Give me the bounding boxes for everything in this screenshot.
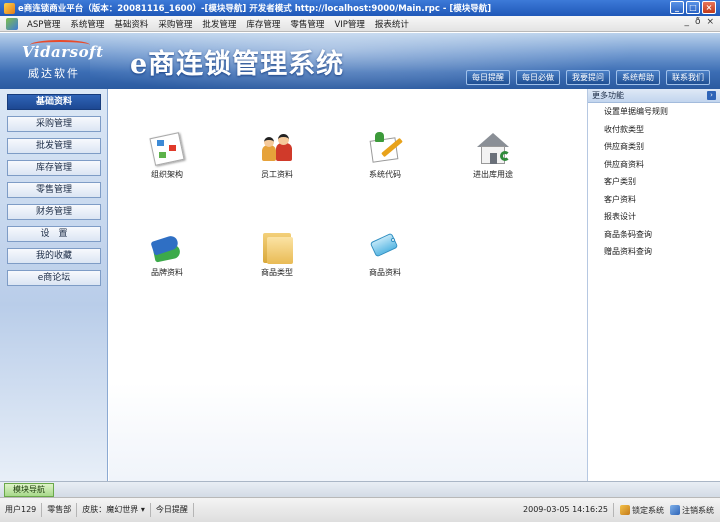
maximize-button[interactable]: □ xyxy=(686,1,700,14)
menu-inventory[interactable]: 库存管理 xyxy=(241,18,285,30)
system-code-icon xyxy=(366,131,404,167)
sidebar-item-purchase[interactable]: 采购管理 xyxy=(7,116,101,132)
warehouse-icon xyxy=(474,131,512,167)
module-system-code[interactable]: 系统代码 xyxy=(345,131,425,180)
menu-basic-data[interactable]: 基础资料 xyxy=(109,18,153,30)
header-banner: Vidarsoft 威达软件 e商连锁管理系统 每日提醒 每日必做 我要提问 系… xyxy=(0,33,720,89)
module-label: 组织架构 xyxy=(151,170,183,179)
window-controls: _ □ × xyxy=(670,1,716,14)
product-tag-icon xyxy=(366,229,404,265)
sidebar-item-inventory[interactable]: 库存管理 xyxy=(7,160,101,176)
lock-system-label: 锁定系统 xyxy=(632,505,664,515)
menu-vip[interactable]: VIP管理 xyxy=(329,18,369,30)
link-payment-types[interactable]: 收付款类型 xyxy=(588,121,720,139)
lock-icon xyxy=(620,505,630,515)
module-label: 品牌资料 xyxy=(151,268,183,277)
daily-todo-button[interactable]: 每日必做 xyxy=(516,70,560,85)
status-bar: 用户129 零售部 皮肤：魔幻世界 ▾ 今日提醒 2009-03-05 14:1… xyxy=(0,497,720,522)
sidebar-item-basic-data[interactable]: 基础资料 xyxy=(7,94,101,110)
quicklinks: 每日提醒 每日必做 我要提问 系统帮助 联系我们 xyxy=(466,70,710,85)
lock-system-button[interactable]: 锁定系统 xyxy=(620,505,664,516)
brand-tag-icon xyxy=(148,229,186,265)
menu-purchase[interactable]: 采购管理 xyxy=(153,18,197,30)
status-datetime: 2009-03-05 14:16:25 xyxy=(518,503,614,517)
mdi-controls: _ ð × xyxy=(684,17,714,27)
menubar: ASP管理 系统管理 基础资料 采购管理 批发管理 库存管理 零售管理 VIP管… xyxy=(0,16,720,32)
mdi-close-button[interactable]: × xyxy=(706,17,714,27)
link-gift-query[interactable]: 赠品资料查询 xyxy=(588,243,720,261)
left-sidebar: 基础资料 采购管理 批发管理 库存管理 零售管理 财务管理 设 置 我的收藏 e… xyxy=(0,89,108,481)
system-title: e商连锁管理系统 xyxy=(130,49,345,80)
document-tabstrip: 模块导航 xyxy=(0,481,720,497)
contact-us-button[interactable]: 联系我们 xyxy=(666,70,710,85)
menu-app-icon[interactable] xyxy=(6,17,18,30)
sidebar-item-favorites[interactable]: 我的收藏 xyxy=(7,248,101,264)
daily-reminder-button[interactable]: 每日提醒 xyxy=(466,70,510,85)
logout-label: 注销系统 xyxy=(682,505,714,515)
folder-icon xyxy=(258,229,296,265)
link-customer-data[interactable]: 客户资料 xyxy=(588,191,720,209)
system-help-button[interactable]: 系统帮助 xyxy=(616,70,660,85)
menu-system[interactable]: 系统管理 xyxy=(65,18,109,30)
skin-selector[interactable]: 皮肤：魔幻世界 ▾ xyxy=(77,503,151,517)
status-user: 用户129 xyxy=(0,503,43,517)
chevron-right-icon[interactable]: › xyxy=(707,91,716,100)
menu-asp[interactable]: ASP管理 xyxy=(22,18,65,30)
logo-text-en: Vidarsoft xyxy=(22,43,104,61)
mdi-restore-button[interactable]: ð xyxy=(695,17,701,27)
staff-icon xyxy=(258,131,296,167)
sidebar-item-wholesale[interactable]: 批发管理 xyxy=(7,138,101,154)
logout-icon xyxy=(670,505,680,515)
link-supplier-data[interactable]: 供应商资料 xyxy=(588,156,720,174)
module-label: 商品类型 xyxy=(261,268,293,277)
sidebar-item-retail[interactable]: 零售管理 xyxy=(7,182,101,198)
mdi-minimize-button[interactable]: _ xyxy=(684,17,689,27)
status-right: 2009-03-05 14:16:25 锁定系统 注销系统 xyxy=(518,503,714,517)
link-report-design[interactable]: 报表设计 xyxy=(588,208,720,226)
menu-retail[interactable]: 零售管理 xyxy=(285,18,329,30)
module-product-type[interactable]: 商品类型 xyxy=(237,229,317,278)
module-label: 商品资料 xyxy=(369,268,401,277)
more-functions-panel: 更多功能 › 设置单据编号规则 收付款类型 供应商类别 供应商资料 客户类别 客… xyxy=(587,89,720,481)
link-supplier-category[interactable]: 供应商类别 xyxy=(588,138,720,156)
module-product-data[interactable]: 商品资料 xyxy=(345,229,425,278)
ask-question-button[interactable]: 我要提问 xyxy=(566,70,610,85)
window-title: e商连锁商业平台（版本：20081116_1600）-[模块导航] 开发者模式 … xyxy=(18,4,492,14)
sidebar-item-settings[interactable]: 设 置 xyxy=(7,226,101,242)
minimize-button[interactable]: _ xyxy=(670,1,684,14)
today-reminder-link[interactable]: 今日提醒 xyxy=(151,503,194,517)
sidebar-item-finance[interactable]: 财务管理 xyxy=(7,204,101,220)
status-department: 零售部 xyxy=(42,503,78,517)
logout-button[interactable]: 注销系统 xyxy=(670,505,714,516)
module-staff[interactable]: 员工资料 xyxy=(237,131,317,180)
window-titlebar: e商连锁商业平台（版本：20081116_1600）-[模块导航] 开发者模式 … xyxy=(0,0,720,16)
more-functions-title: 更多功能 xyxy=(592,91,624,100)
close-button[interactable]: × xyxy=(702,1,716,14)
more-functions-header[interactable]: 更多功能 › xyxy=(588,89,720,103)
link-doc-number-rules[interactable]: 设置单据编号规则 xyxy=(588,103,720,121)
link-customer-category[interactable]: 客户类别 xyxy=(588,173,720,191)
app-icon xyxy=(4,2,15,14)
link-barcode-query[interactable]: 商品条码查询 xyxy=(588,226,720,244)
module-label: 系统代码 xyxy=(369,170,401,179)
module-navigation-area: 组织架构 员工资料 系统代码 进出库用途 品牌资料 商品类型 商品资料 xyxy=(109,89,587,481)
module-warehouse-usage[interactable]: 进出库用途 xyxy=(453,131,533,180)
menu-reports[interactable]: 报表统计 xyxy=(370,18,414,30)
module-label: 进出库用途 xyxy=(473,170,513,179)
logo-text-cn: 威达软件 xyxy=(28,67,80,80)
org-chart-icon xyxy=(148,131,186,167)
tab-module-navigation[interactable]: 模块导航 xyxy=(4,483,54,497)
menu-wholesale[interactable]: 批发管理 xyxy=(197,18,241,30)
module-label: 员工资料 xyxy=(261,170,293,179)
company-logo: Vidarsoft 威达软件 xyxy=(18,38,104,82)
module-org-structure[interactable]: 组织架构 xyxy=(127,131,207,180)
sidebar-item-forum[interactable]: e商论坛 xyxy=(7,270,101,286)
module-brand[interactable]: 品牌资料 xyxy=(127,229,207,278)
